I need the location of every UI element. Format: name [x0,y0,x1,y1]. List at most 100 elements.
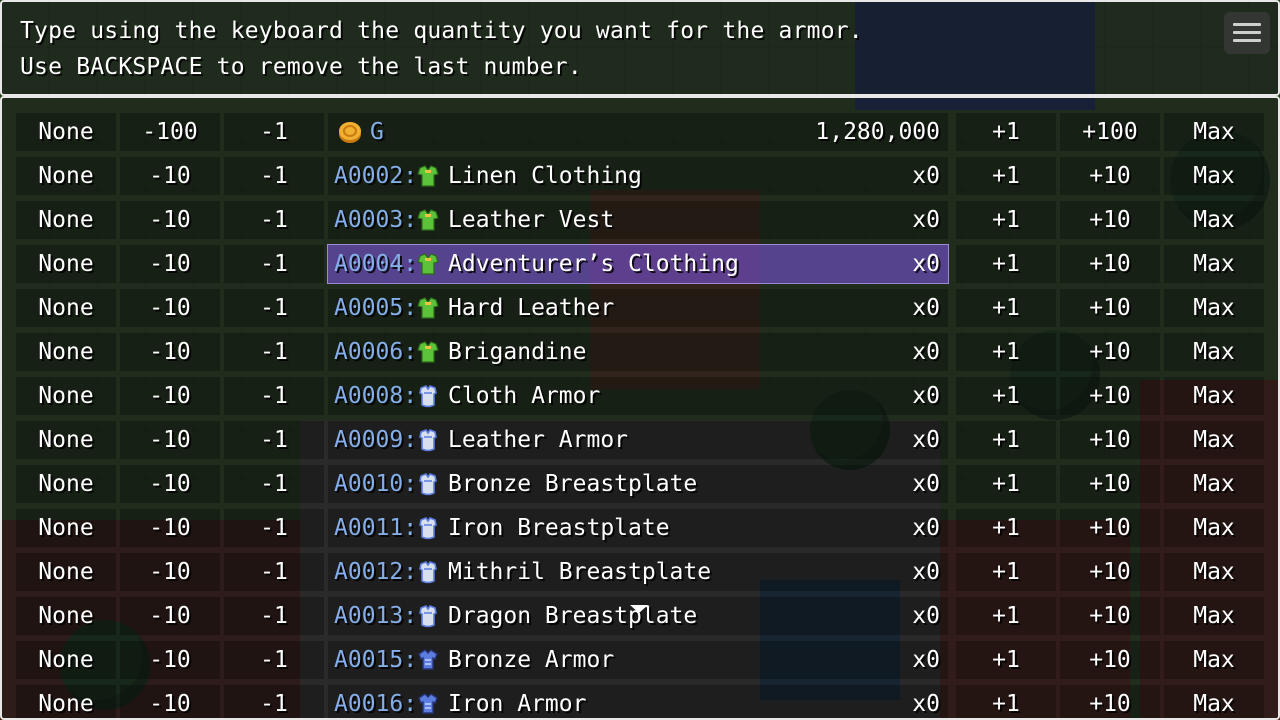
minus-10-button[interactable]: -10 [120,377,220,415]
none-button[interactable]: None [16,289,116,327]
max-button[interactable]: Max [1164,157,1264,195]
plus-1-button[interactable]: +1 [956,597,1056,635]
armor-item-cell[interactable]: A0008: Cloth Armor x0 [328,377,948,415]
armor-item-cell[interactable]: A0012: Mithril Breastplate x0 [328,553,948,591]
armor-item-cell[interactable]: A0004: Adventurer’s Clothing x0 [327,244,949,284]
none-button[interactable]: None [16,685,116,718]
minus-10-button[interactable]: -10 [120,553,220,591]
minus-10-button[interactable]: -10 [120,685,220,718]
armor-item-cell[interactable]: A0015: Bronze Armor x0 [328,641,948,679]
minus-1-button[interactable]: -1 [224,597,324,635]
minus-10-button[interactable]: -10 [120,421,220,459]
minus-1-button[interactable]: -1 [224,421,324,459]
minus-1-button[interactable]: -1 [224,685,324,718]
gold-minus-100-button[interactable]: -100 [120,113,220,151]
gold-minus-1-button[interactable]: -1 [224,113,324,151]
none-button[interactable]: None [16,201,116,239]
max-button[interactable]: Max [1164,289,1264,327]
armor-item-cell[interactable]: A0009: Leather Armor x0 [328,421,948,459]
minus-1-button[interactable]: -1 [224,377,324,415]
minus-1-button[interactable]: -1 [224,157,324,195]
none-button[interactable]: None [16,333,116,371]
plus-1-button[interactable]: +1 [956,377,1056,415]
none-button[interactable]: None [16,465,116,503]
plus-10-button[interactable]: +10 [1060,377,1160,415]
minus-1-button[interactable]: -1 [224,641,324,679]
minus-1-button[interactable]: -1 [224,509,324,547]
minus-10-button[interactable]: -10 [120,245,220,283]
armor-item-cell[interactable]: A0013: Dragon Breastplate x0 [328,597,948,635]
minus-1-button[interactable]: -1 [224,245,324,283]
plus-1-button[interactable]: +1 [956,641,1056,679]
plus-1-button[interactable]: +1 [956,245,1056,283]
plus-10-button[interactable]: +10 [1060,597,1160,635]
gold-amount-cell[interactable]: G 1,280,000 [328,113,948,151]
plus-1-button[interactable]: +1 [956,421,1056,459]
plus-10-button[interactable]: +10 [1060,421,1160,459]
armor-item-cell[interactable]: A0016: Iron Armor x0 [328,685,948,718]
scroll-down-arrow-icon[interactable] [630,605,648,613]
max-button[interactable]: Max [1164,201,1264,239]
gold-plus-1-button[interactable]: +1 [956,113,1056,151]
minus-10-button[interactable]: -10 [120,157,220,195]
max-button[interactable]: Max [1164,377,1264,415]
plus-1-button[interactable]: +1 [956,157,1056,195]
none-button[interactable]: None [16,421,116,459]
gold-none-button[interactable]: None [16,113,116,151]
none-button[interactable]: None [16,377,116,415]
none-button[interactable]: None [16,509,116,547]
none-button[interactable]: None [16,245,116,283]
minus-1-button[interactable]: -1 [224,465,324,503]
max-button[interactable]: Max [1164,509,1264,547]
plus-1-button[interactable]: +1 [956,685,1056,718]
plus-10-button[interactable]: +10 [1060,157,1160,195]
max-button[interactable]: Max [1164,597,1264,635]
armor-item-cell[interactable]: A0010: Bronze Breastplate x0 [328,465,948,503]
gold-plus-100-button[interactable]: +100 [1060,113,1160,151]
minus-10-button[interactable]: -10 [120,597,220,635]
menu-button[interactable] [1224,12,1270,54]
armor-item-cell[interactable]: A0002: Linen Clothing x0 [328,157,948,195]
none-button[interactable]: None [16,641,116,679]
minus-1-button[interactable]: -1 [224,333,324,371]
max-button[interactable]: Max [1164,553,1264,591]
minus-10-button[interactable]: -10 [120,509,220,547]
plus-1-button[interactable]: +1 [956,201,1056,239]
armor-item-cell[interactable]: A0003: Leather Vest x0 [328,201,948,239]
none-button[interactable]: None [16,157,116,195]
plus-10-button[interactable]: +10 [1060,685,1160,718]
plus-10-button[interactable]: +10 [1060,289,1160,327]
plus-10-button[interactable]: +10 [1060,553,1160,591]
plus-1-button[interactable]: +1 [956,465,1056,503]
armor-item-cell[interactable]: A0006: Brigandine x0 [328,333,948,371]
plus-10-button[interactable]: +10 [1060,333,1160,371]
armor-item-cell[interactable]: A0005: Hard Leather x0 [328,289,948,327]
plus-1-button[interactable]: +1 [956,553,1056,591]
plus-10-button[interactable]: +10 [1060,509,1160,547]
none-button[interactable]: None [16,597,116,635]
plus-1-button[interactable]: +1 [956,289,1056,327]
max-button[interactable]: Max [1164,685,1264,718]
minus-10-button[interactable]: -10 [120,641,220,679]
gold-max-button[interactable]: Max [1164,113,1264,151]
plus-10-button[interactable]: +10 [1060,201,1160,239]
plus-10-button[interactable]: +10 [1060,641,1160,679]
max-button[interactable]: Max [1164,465,1264,503]
minus-10-button[interactable]: -10 [120,289,220,327]
plus-10-button[interactable]: +10 [1060,245,1160,283]
max-button[interactable]: Max [1164,245,1264,283]
max-button[interactable]: Max [1164,421,1264,459]
plus-1-button[interactable]: +1 [956,333,1056,371]
minus-1-button[interactable]: -1 [224,289,324,327]
max-button[interactable]: Max [1164,641,1264,679]
armor-item-cell[interactable]: A0011: Iron Breastplate x0 [328,509,948,547]
max-button[interactable]: Max [1164,333,1264,371]
minus-10-button[interactable]: -10 [120,333,220,371]
minus-1-button[interactable]: -1 [224,201,324,239]
plus-10-button[interactable]: +10 [1060,465,1160,503]
none-button[interactable]: None [16,553,116,591]
minus-10-button[interactable]: -10 [120,201,220,239]
minus-10-button[interactable]: -10 [120,465,220,503]
minus-1-button[interactable]: -1 [224,553,324,591]
plus-1-button[interactable]: +1 [956,509,1056,547]
